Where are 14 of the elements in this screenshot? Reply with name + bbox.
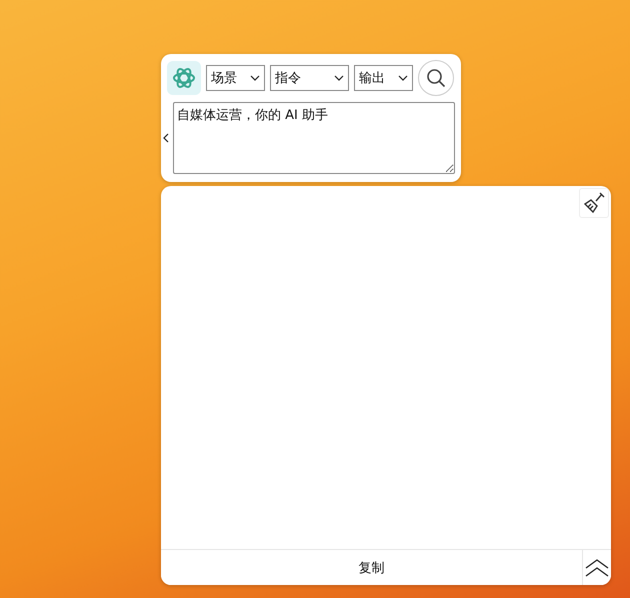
caret-icon (334, 75, 344, 81)
logo-icon[interactable] (167, 61, 201, 95)
chevron-left-icon[interactable] (163, 133, 169, 143)
prompt-input[interactable]: 自媒体运营，你的 AI 助手 (173, 102, 455, 174)
search-button[interactable] (418, 60, 454, 96)
dropdown[interactable]: 指令 (270, 65, 349, 91)
broom-icon[interactable] (579, 188, 609, 218)
dropdown[interactable]: 场景 (206, 65, 265, 91)
caret-icon (398, 75, 408, 81)
copy-button[interactable]: 复制 (161, 550, 582, 585)
caret-icon (250, 75, 260, 81)
dropdown[interactable]: 输出 (354, 65, 413, 91)
double-chevron-up-icon[interactable] (582, 550, 611, 585)
search-icon (426, 68, 446, 88)
